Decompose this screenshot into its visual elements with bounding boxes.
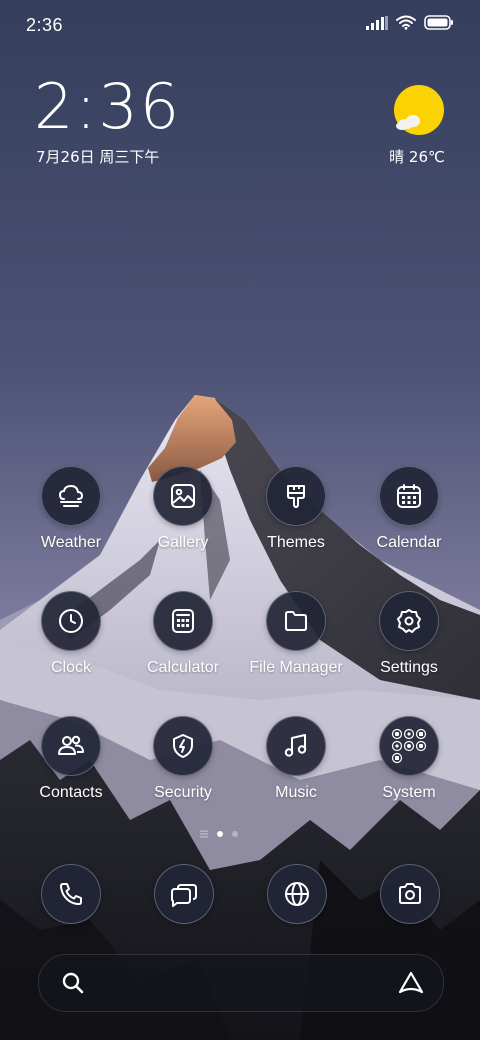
clock-app-icon[interactable] [41,591,101,651]
folder-grid-icon [391,728,427,764]
list-pages-icon [200,830,208,838]
app-label: Calendar [376,534,442,551]
folder-icon [285,611,307,631]
page-dot[interactable] [232,831,238,837]
app-label: Themes [267,534,325,551]
clock-icon [59,609,83,633]
battery-icon [424,15,453,30]
calculator-app-icon[interactable] [153,591,213,651]
status-bar: 2:36 [0,0,480,50]
app-music[interactable]: Music [241,716,351,802]
dock-phone[interactable] [41,864,101,924]
app-contacts[interactable]: Contacts [16,716,126,802]
app-settings[interactable]: Settings [354,591,464,677]
status-icons [366,15,454,30]
app-weather[interactable]: Weather [16,466,126,552]
dock-browser[interactable] [267,864,327,924]
app-label: Calculator [146,659,220,676]
gallery-app-icon[interactable] [153,466,213,526]
wifi-icon [396,15,416,30]
weather-app-icon[interactable] [41,466,101,526]
settings-app-icon[interactable] [379,591,439,651]
calendar-app-icon[interactable] [379,466,439,526]
app-label: File Manager [249,659,343,676]
home-date: 7月26日 周三下午 [36,148,160,166]
phone-app-icon[interactable] [41,864,101,924]
camera-icon [399,883,421,904]
app-file-manager[interactable]: File Manager [241,591,351,677]
app-label: Music [275,784,317,801]
themes-app-icon[interactable] [266,466,326,526]
music-app-icon[interactable] [266,716,326,776]
app-label: System [382,784,436,801]
app-label: Clock [50,659,91,676]
app-label: Weather [40,534,102,551]
app-gallery[interactable]: Gallery [128,466,238,552]
app-calendar[interactable]: Calendar [354,466,464,552]
assistant-icon[interactable] [397,970,425,996]
messages-icon [171,884,197,907]
browser-icon [285,882,309,906]
file-manager-app-icon[interactable] [266,591,326,651]
music-note-icon [284,734,307,757]
themes-icon [287,485,305,508]
app-security[interactable]: Security [128,716,238,802]
app-label: Security [154,784,212,801]
weather-condition-temp: 晴 26℃ [389,148,445,166]
dock-camera[interactable] [380,864,440,924]
gallery-icon [171,484,195,508]
phone-icon [60,883,82,905]
contacts-app-icon[interactable] [41,716,101,776]
contacts-icon [58,735,84,755]
calculator-icon [172,609,194,633]
app-label: Contacts [39,784,103,801]
status-time: 2:36 [26,15,64,35]
dock-messages[interactable] [154,864,214,924]
sunny-cloud-icon [394,85,444,135]
calendar-icon [397,484,421,508]
page-indicator[interactable] [200,830,238,838]
app-label: Settings [380,659,438,676]
system-folder-icon[interactable] [379,716,439,776]
app-clock[interactable]: Clock [16,591,126,677]
app-label: Gallery [157,534,209,551]
home-clock[interactable]: 2:36 [34,76,181,138]
page-dot-active[interactable] [217,831,223,837]
security-app-icon[interactable] [153,716,213,776]
gear-icon [397,609,421,633]
signal-icon [366,15,388,30]
search-icon[interactable] [61,971,85,995]
app-themes[interactable]: Themes [241,466,351,552]
search-bar[interactable] [38,954,444,1012]
shield-icon [173,734,193,758]
app-folder-system[interactable]: System [354,716,464,802]
browser-app-icon[interactable] [267,864,327,924]
weather-widget[interactable]: 晴 26℃ [384,80,450,170]
weather-icon [58,484,84,507]
messages-app-icon[interactable] [154,864,214,924]
camera-app-icon[interactable] [380,864,440,924]
app-calculator[interactable]: Calculator [128,591,238,677]
